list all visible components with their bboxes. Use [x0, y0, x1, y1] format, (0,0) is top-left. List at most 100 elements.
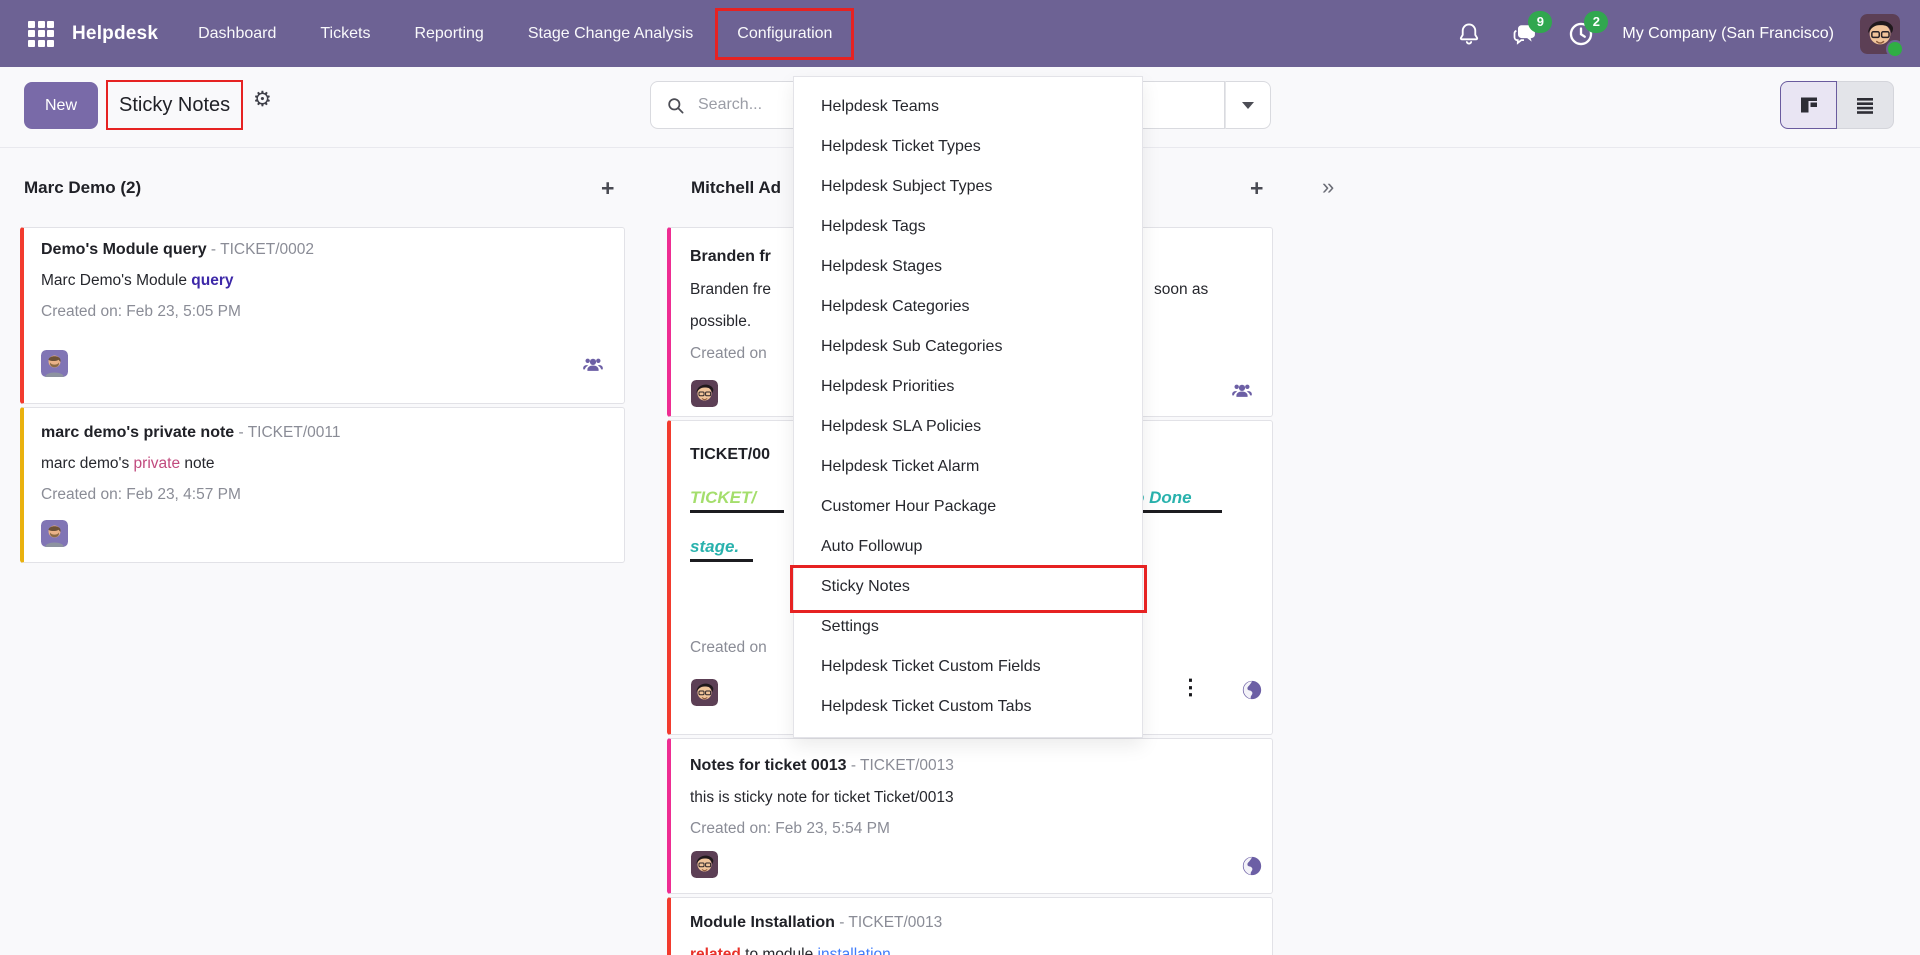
sticky-note-card-module-installation[interactable]: Module Installation - TICKET/0013 relate…	[667, 897, 1273, 955]
card-ticket-ref: TICKET/0013	[848, 914, 942, 931]
gear-icon[interactable]: ⚙	[253, 87, 272, 112]
card-title-separator: -	[835, 914, 849, 931]
card-body-link: installation	[818, 946, 891, 955]
column-header-mitchell: Mitchell Ad	[691, 178, 781, 198]
messages-badge: 9	[1528, 11, 1552, 33]
card-body-highlight: related	[690, 946, 741, 955]
card-title: Demo's Module query	[41, 241, 207, 258]
list-icon	[1853, 93, 1877, 117]
menu-item-helpdesk-sla-policies[interactable]: Helpdesk SLA Policies	[794, 407, 1142, 447]
annotation-box-title: Sticky Notes	[106, 80, 243, 130]
card-body-text: Marc Demo's Module	[41, 272, 191, 289]
menu-item-helpdesk-ticket-types[interactable]: Helpdesk Ticket Types	[794, 127, 1142, 167]
menu-item-helpdesk-categories[interactable]: Helpdesk Categories	[794, 287, 1142, 327]
chevron-down-icon	[1242, 102, 1254, 109]
apps-grid-glyph	[28, 21, 54, 47]
card-title: marc demo's private note	[41, 424, 234, 441]
configuration-dropdown-menu: Helpdesk Teams Helpdesk Ticket Types Hel…	[793, 76, 1143, 738]
menu-item-helpdesk-teams[interactable]: Helpdesk Teams	[794, 87, 1142, 127]
card-ticket-ref: TICKET/0013	[860, 757, 954, 774]
kanban-icon	[1797, 93, 1821, 117]
search-options-toggle[interactable]	[1225, 81, 1271, 129]
avatar-marc-demo	[41, 350, 68, 377]
card-created-on: Created on: Feb 23, 4:57 PM	[41, 486, 241, 504]
navbar-right: 9 2 My Company (San Francisco)	[1454, 14, 1900, 54]
menu-item-helpdesk-stages[interactable]: Helpdesk Stages	[794, 247, 1142, 287]
avatar-mitchell	[691, 679, 718, 706]
card-body-highlight: query	[191, 272, 233, 289]
card-body-suffix: note	[180, 455, 214, 472]
apps-grid-icon[interactable]	[26, 19, 56, 49]
activities-clock-icon[interactable]: 2	[1566, 19, 1596, 49]
card-link-fragment-teal: stage.	[690, 536, 753, 562]
column-header-marc-demo: Marc Demo (2)	[24, 178, 141, 198]
view-switcher	[1780, 81, 1894, 129]
card-body-fragment: Branden fre	[690, 281, 771, 299]
nav-menu: Dashboard Tickets Reporting Stage Change…	[198, 25, 832, 43]
card-title-fragment: TICKET/00	[690, 446, 770, 463]
page-title: Sticky Notes	[119, 94, 230, 117]
card-created-on-fragment: Created on	[690, 345, 767, 363]
card-ticket-ref: TICKET/0011	[248, 424, 341, 441]
list-view-button[interactable]	[1837, 81, 1894, 129]
show-more-columns-icon[interactable]: »	[1322, 176, 1334, 198]
menu-item-helpdesk-ticket-custom-tabs[interactable]: Helpdesk Ticket Custom Tabs	[794, 687, 1142, 727]
online-status-dot	[1886, 40, 1904, 58]
card-body-text: this is sticky note for ticket Ticket/00…	[690, 789, 954, 807]
card-created-on: Created on: Feb 23, 5:54 PM	[690, 820, 890, 838]
user-avatar[interactable]	[1860, 14, 1900, 54]
followers-group-icon	[1231, 380, 1253, 402]
followers-group-icon	[582, 354, 604, 376]
menu-item-helpdesk-subject-types[interactable]: Helpdesk Subject Types	[794, 167, 1142, 207]
card-title-separator: -	[234, 424, 248, 441]
menu-item-helpdesk-sub-categories[interactable]: Helpdesk Sub Categories	[794, 327, 1142, 367]
menu-item-sticky-notes[interactable]: Sticky Notes	[794, 567, 1142, 607]
menu-item-settings[interactable]: Settings	[794, 607, 1142, 647]
card-link-fragment-green: TICKET/	[690, 487, 784, 513]
menu-item-helpdesk-tags[interactable]: Helpdesk Tags	[794, 207, 1142, 247]
avatar-mitchell	[691, 380, 718, 407]
card-created-on: Created on: Feb 23, 5:05 PM	[41, 303, 241, 321]
sticky-note-card-notes-0013[interactable]: Notes for ticket 0013 - TICKET/0013 this…	[667, 738, 1273, 894]
avatar-marc-demo	[41, 520, 68, 547]
card-kebab-menu-icon[interactable]: ⋮	[1180, 677, 1201, 698]
app-name[interactable]: Helpdesk	[72, 23, 158, 45]
menu-item-helpdesk-priorities[interactable]: Helpdesk Priorities	[794, 367, 1142, 407]
activities-badge: 2	[1584, 11, 1608, 33]
add-card-marc-column-icon[interactable]: +	[601, 177, 614, 200]
nav-item-reporting[interactable]: Reporting	[414, 25, 483, 43]
public-globe-icon	[1241, 679, 1263, 701]
card-body-text: marc demo's	[41, 455, 134, 472]
notifications-bell-icon[interactable]	[1454, 19, 1484, 49]
menu-item-helpdesk-ticket-alarm[interactable]: Helpdesk Ticket Alarm	[794, 447, 1142, 487]
card-title-fragment: Branden fr	[690, 248, 771, 265]
card-body-text: to module	[741, 946, 818, 955]
card-title: Notes for ticket 0013	[690, 757, 847, 774]
menu-item-helpdesk-ticket-custom-fields[interactable]: Helpdesk Ticket Custom Fields	[794, 647, 1142, 687]
card-link-fragment-teal: o Done	[1134, 487, 1222, 513]
card-title-separator: -	[207, 241, 221, 258]
card-title-separator: -	[847, 757, 861, 774]
avatar-mitchell	[691, 851, 718, 878]
nav-item-stage-change-analysis[interactable]: Stage Change Analysis	[528, 25, 693, 43]
card-body-fragment: soon as	[1154, 281, 1208, 299]
menu-item-auto-followup[interactable]: Auto Followup	[794, 527, 1142, 567]
nav-item-tickets[interactable]: Tickets	[320, 25, 370, 43]
search-icon	[666, 96, 685, 115]
messages-icon[interactable]: 9	[1510, 19, 1540, 49]
kanban-view-button[interactable]	[1780, 81, 1837, 129]
card-body-highlight: private	[134, 455, 181, 472]
card-body-fragment: possible.	[690, 313, 751, 331]
company-switcher[interactable]: My Company (San Francisco)	[1622, 25, 1834, 43]
add-card-mitchell-column-icon[interactable]: +	[1250, 177, 1263, 200]
sticky-note-card-demo-module-query[interactable]: Demo's Module query - TICKET/0002 Marc D…	[20, 227, 625, 404]
helpdesk-app: Helpdesk Dashboard Tickets Reporting Sta…	[0, 0, 1920, 955]
new-button[interactable]: New	[24, 82, 98, 129]
public-globe-icon	[1241, 855, 1263, 877]
menu-item-customer-hour-package[interactable]: Customer Hour Package	[794, 487, 1142, 527]
top-navbar: Helpdesk Dashboard Tickets Reporting Sta…	[0, 0, 1920, 67]
card-ticket-ref: TICKET/0002	[220, 241, 314, 258]
nav-item-dashboard[interactable]: Dashboard	[198, 25, 276, 43]
sticky-note-card-private-note[interactable]: marc demo's private note - TICKET/0011 m…	[20, 407, 625, 563]
nav-item-configuration[interactable]: Configuration	[715, 8, 854, 60]
